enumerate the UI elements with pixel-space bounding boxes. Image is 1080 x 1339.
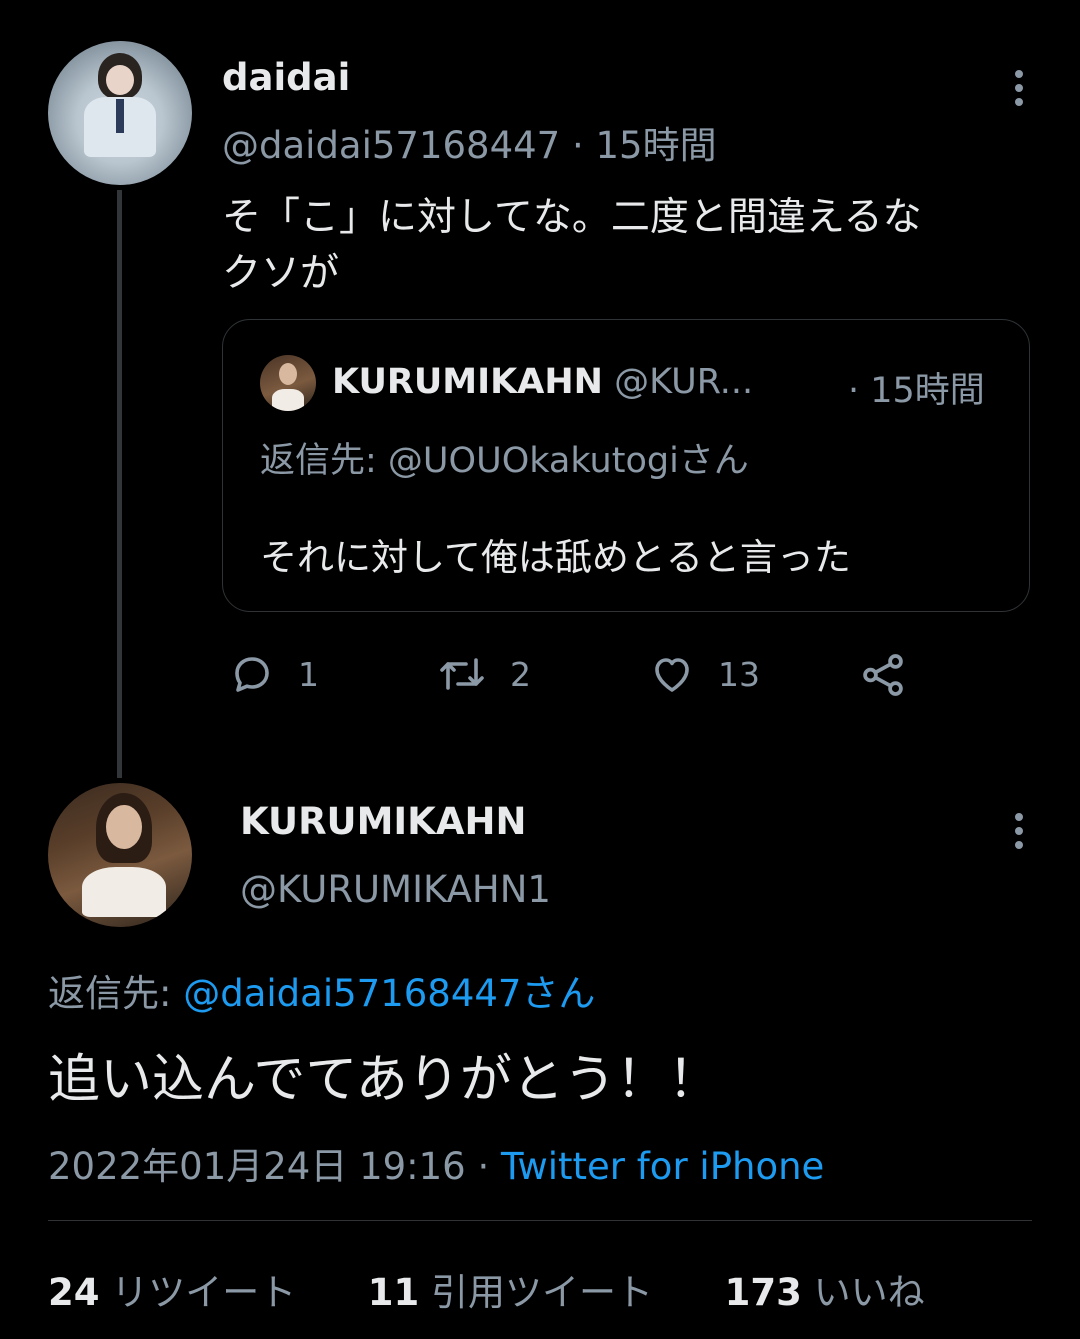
- reply-prefix: 返信先:: [48, 972, 184, 1015]
- avatar-kurumikahn[interactable]: [48, 783, 192, 927]
- retweets-label: リツイート: [99, 1271, 297, 1314]
- tweet2-more-icon[interactable]: [1014, 813, 1024, 849]
- tweet2-reply-context: 返信先: @daidai57168447さん: [48, 963, 595, 1017]
- stat-quotes[interactable]: 11 引用ツイート: [368, 1271, 653, 1314]
- retweets-count: 24: [48, 1271, 100, 1314]
- retweet-icon: [440, 658, 484, 690]
- tweet2-meta: 2022年01月24日 19:16 · Twitter for iPhone: [48, 1136, 824, 1190]
- tweet1-text-line: そ「こ」に対してな。二度と間違えるな: [222, 195, 922, 240]
- likes-label: いいね: [801, 1271, 925, 1314]
- share-button[interactable]: [858, 650, 908, 700]
- stat-retweets[interactable]: 24 リツイート: [48, 1271, 296, 1314]
- tweet1-time[interactable]: 15時間: [596, 124, 717, 167]
- quote-handle: @KUR...: [614, 362, 754, 402]
- tweet1-display-name[interactable]: daidai: [222, 56, 350, 99]
- quote-reply-context: 返信先: @UOUOkakutogiさん: [260, 432, 749, 483]
- avatar-daidai[interactable]: [48, 41, 192, 185]
- retweet-count: 2: [510, 654, 531, 694]
- likes-count: 173: [724, 1271, 802, 1314]
- tweet2-handle[interactable]: @KURUMIKAHN1: [240, 868, 551, 911]
- share-icon: [863, 654, 903, 696]
- quote-text: それに対して俺は舐めとると言った: [260, 536, 851, 579]
- stat-likes[interactable]: 173 いいね: [725, 1271, 925, 1314]
- tweet2-display-name[interactable]: KURUMIKAHN: [240, 800, 526, 843]
- reply-count: 1: [298, 654, 319, 694]
- tweet1-text: そ「こ」に対してな。二度と間違えるな クソが: [222, 190, 922, 302]
- tweet2-stats: 24 リツイート 11 引用ツイート 173 いいね: [48, 1262, 925, 1316]
- retweet-button[interactable]: 2: [436, 650, 531, 698]
- reply-button[interactable]: 1: [228, 650, 319, 698]
- tweet2-source-link[interactable]: Twitter for iPhone: [501, 1145, 824, 1188]
- quote-avatar: [260, 355, 316, 411]
- quotes-label: 引用ツイート: [419, 1271, 654, 1314]
- quote-display-name: KURUMIKAHN: [332, 362, 603, 402]
- meta-separator: ·: [465, 1145, 502, 1188]
- tweet1-handle[interactable]: @daidai57168447: [222, 124, 560, 167]
- quote-header: KURUMIKAHN @KUR...: [332, 362, 753, 402]
- heart-icon: [655, 658, 689, 692]
- reply-icon: [235, 657, 269, 692]
- tweet1-meta: @daidai57168447 · 15時間: [222, 115, 717, 169]
- quote-reply-to: @UOUOkakutogiさん: [387, 441, 749, 481]
- quote-time: · 15時間: [848, 371, 985, 411]
- tweet1-more-icon[interactable]: [1014, 70, 1024, 106]
- thread-connector-line: [117, 190, 122, 778]
- stats-divider: [48, 1220, 1032, 1221]
- quotes-count: 11: [367, 1271, 420, 1314]
- reply-prefix: 返信先:: [260, 441, 388, 481]
- tweet2-text: 追い込んでてありがとう！！: [48, 1050, 720, 1110]
- tweet2-timestamp[interactable]: 2022年01月24日 19:16: [48, 1145, 466, 1188]
- tweet2-reply-to-link[interactable]: @daidai57168447さん: [183, 972, 595, 1015]
- like-count: 13: [718, 654, 760, 694]
- meta-separator: ·: [560, 124, 596, 167]
- like-button[interactable]: 13: [648, 650, 760, 698]
- tweet1-text-line: クソが: [222, 251, 340, 296]
